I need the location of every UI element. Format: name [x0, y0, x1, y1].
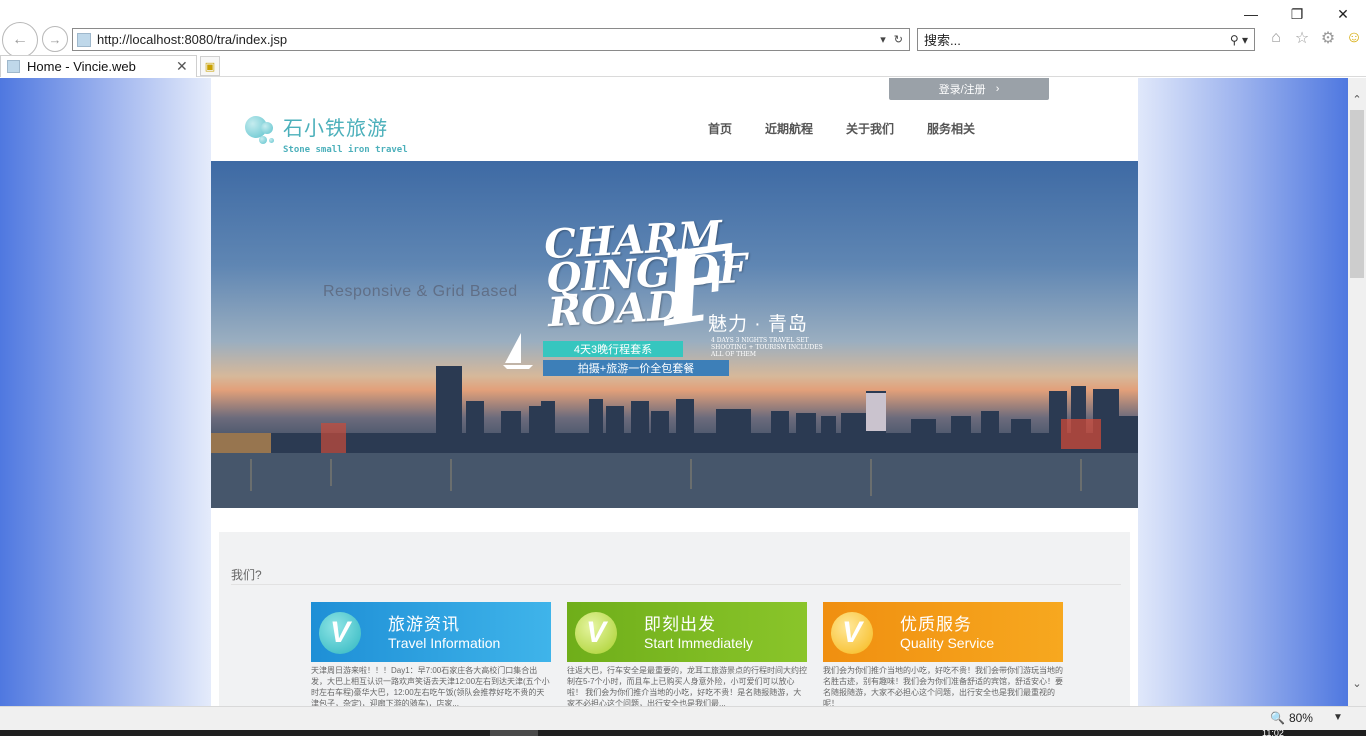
banner-tag-package: 4天3晚行程套系 [543, 341, 683, 357]
login-register-button[interactable]: 登录/注册 › [889, 78, 1049, 100]
v-logo-icon: V [319, 612, 361, 654]
refresh-icon[interactable]: ↻ [894, 33, 903, 46]
v-logo-icon: V [575, 612, 617, 654]
tab-home[interactable]: Home - Vincie.web ✕ [0, 55, 197, 77]
restore-button[interactable]: ❐ [1274, 4, 1320, 24]
tab-favicon-icon [7, 60, 20, 73]
card-body: 我们会为你们推介当地的小吃，好吃不贵！我们会带你们游玩当地的名胜古迹，别有趣味！… [823, 666, 1063, 706]
tab-bar: Home - Vincie.web ✕ ▣ [0, 55, 1366, 77]
about-section: 我们? V 旅游资讯 Travel Information 天津周日游来啦！！！… [219, 532, 1130, 706]
logo-text-en: Stone small iron travel [283, 145, 408, 155]
subline-2: SHOOTING + TOURISM INCLUDES [711, 344, 823, 351]
card-title-cn: 旅游资讯 [388, 615, 460, 634]
scroll-down-icon[interactable]: ⌄ [1348, 674, 1366, 692]
settings-gear-icon[interactable]: ⚙ [1318, 28, 1338, 48]
browser-chrome: — ❐ ✕ ← → http://localhost:8080/tra/inde… [0, 0, 1366, 78]
v-logo-icon: V [831, 612, 873, 654]
page-viewport: 登录/注册 › 石小铁旅游 Stone small iron travel 首页… [0, 78, 1348, 706]
toolbar-icons: ⌂ ☆ ⚙ ☺ [1266, 28, 1364, 48]
zoom-level: 80% [1288, 711, 1313, 725]
menu-home[interactable]: 首页 [708, 120, 732, 137]
zoom-magnifier-icon: 🔍 [1270, 711, 1285, 725]
taskbar-clock: 11:02 [1262, 730, 1284, 736]
about-divider [231, 584, 1121, 585]
tab-title: Home - Vincie.web [27, 59, 136, 74]
menu-about-us[interactable]: 关于我们 [846, 120, 894, 137]
subline-3: ALL OF THEM [711, 351, 756, 358]
logo-drops-icon [245, 112, 281, 148]
taskbar: 11:02 [0, 730, 1366, 736]
dropdown-arrow-icon[interactable]: ▾ [880, 33, 886, 46]
main-menu: 首页 近期航程 关于我们 服务相关 [708, 120, 1008, 137]
menu-services[interactable]: 服务相关 [927, 120, 975, 137]
about-title: 我们? [231, 568, 262, 582]
card-title-en: Travel Information [388, 635, 501, 651]
back-button[interactable]: ← [2, 22, 38, 58]
forward-button[interactable]: → [42, 26, 68, 52]
card-title-en: Start Immediately [644, 635, 753, 651]
card-travel-info[interactable]: V 旅游资讯 Travel Information 天津周日游来啦！！！Day1… [311, 602, 551, 706]
new-tab-button[interactable]: ▣ [200, 56, 220, 76]
banner-subtitle-cn: 魅力 · 青岛 [708, 314, 808, 335]
zoom-dropdown-icon[interactable]: ▼ [1333, 712, 1343, 723]
card-body: 往返大巴，行车安全是最重要的，龙耳工旅游景点的行程时间大约控制在5-7个小时，而… [567, 666, 807, 706]
banner-ghost-text: Responsive & Grid Based [323, 283, 518, 300]
chevron-right-icon: › [995, 83, 1000, 95]
arrow-left-icon: ← [12, 31, 28, 48]
subline-1: 4 DAYS 3 NIGHTS TRAVEL SET [711, 337, 809, 344]
scrollbar-thumb[interactable] [1350, 110, 1364, 278]
url-text[interactable]: http://localhost:8080/tra/index.jsp [97, 32, 880, 47]
zoom-control[interactable]: 🔍 80% [1270, 711, 1313, 725]
new-tab-icon: ▣ [204, 60, 216, 73]
banner-tag-allinclusive: 拍摄+旅游一价全包套餐 [543, 360, 729, 376]
logo-text-cn: 石小铁旅游 [283, 116, 388, 140]
minimize-button[interactable]: — [1228, 4, 1274, 24]
search-icon[interactable]: ⚲ ▾ [1230, 33, 1248, 47]
card-body: 天津周日游来啦！！！Day1：早7:00石家庄各大高校门口集合出发，大巴上相互认… [311, 666, 550, 706]
close-window-button[interactable]: ✕ [1320, 4, 1366, 24]
page-favicon-icon [77, 32, 91, 47]
login-label: 登录/注册 [938, 84, 986, 96]
card-start-now[interactable]: V 即刻出发 Start Immediately 往返大巴，行车安全是最重要的，… [567, 602, 807, 706]
card-title-en: Quality Service [900, 635, 995, 651]
card-title-cn: 优质服务 [900, 615, 972, 634]
favorites-star-icon[interactable]: ☆ [1292, 28, 1312, 48]
search-input[interactable]: 搜索... [924, 30, 1230, 49]
scroll-up-icon[interactable]: ⌃ [1348, 90, 1366, 108]
taskbar-active-app[interactable] [490, 730, 538, 736]
hero-banner: Responsive & Grid Based CHARM QING OF RO… [211, 161, 1138, 508]
close-tab-icon[interactable]: ✕ [176, 58, 190, 75]
banner-subline: 4 DAYS 3 NIGHTS TRAVEL SET SHOOTING + TO… [711, 337, 823, 358]
feedback-smiley-icon[interactable]: ☺ [1344, 28, 1364, 48]
card-quality-service[interactable]: V 优质服务 Quality Service 我们会为你们推介当地的小吃，好吃不… [823, 602, 1063, 706]
arrow-right-icon: → [48, 31, 62, 47]
address-bar[interactable]: http://localhost:8080/tra/index.jsp ▾ ↻ [72, 28, 910, 51]
site-logo[interactable]: 石小铁旅游 Stone small iron travel [245, 112, 408, 155]
window-controls: — ❐ ✕ [1228, 4, 1366, 24]
card-title-cn: 即刻出发 [644, 615, 716, 634]
search-box[interactable]: 搜索... ⚲ ▾ [917, 28, 1255, 51]
status-bar: 🔍 80% ▼ [0, 706, 1366, 730]
sailboat-icon [503, 333, 533, 369]
menu-recent-trips[interactable]: 近期航程 [765, 120, 813, 137]
home-icon[interactable]: ⌂ [1266, 28, 1286, 48]
vertical-scrollbar[interactable]: ⌃ ⌄ [1348, 78, 1366, 706]
page-container: 登录/注册 › 石小铁旅游 Stone small iron travel 首页… [211, 78, 1138, 706]
